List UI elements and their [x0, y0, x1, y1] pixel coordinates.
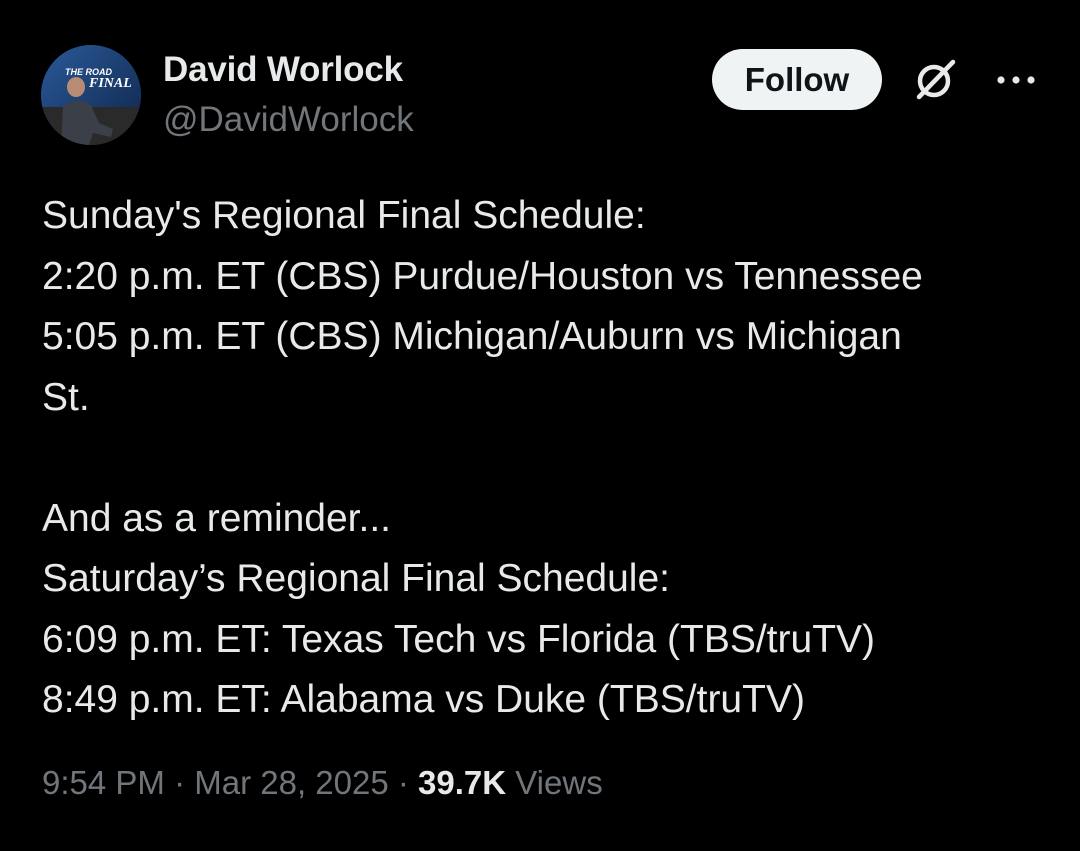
tweet-line: Saturday’s Regional Final Schedule:: [42, 557, 670, 600]
avatar[interactable]: THE ROAD FINAL: [41, 45, 141, 145]
tweet-line: 6:09 p.m. ET: Texas Tech vs Florida (TBS…: [42, 617, 876, 661]
tweet-card: THE ROAD FINAL David Worlock @DavidWorlo…: [0, 0, 1080, 851]
grok-icon[interactable]: [910, 55, 960, 105]
tweet-meta: 9:54 PM · Mar 28, 2025 · 39.7K Views: [42, 764, 603, 802]
author-handle[interactable]: @DavidWorlock: [163, 100, 414, 140]
tweet-line: 5:05 p.m. ET (CBS) Michigan/Auburn vs Mi…: [42, 315, 902, 358]
tweet-time[interactable]: 9:54 PM: [42, 764, 165, 801]
tweet-line: And as a reminder...: [42, 496, 392, 540]
more-icon[interactable]: [994, 65, 1038, 95]
tweet-line: St.: [42, 375, 90, 419]
avatar-text-bottom: FINAL: [88, 76, 132, 91]
author-display-name[interactable]: David Worlock: [163, 50, 403, 90]
follow-button[interactable]: Follow: [712, 49, 882, 110]
avatar-image: THE ROAD FINAL: [41, 45, 141, 145]
tweet-line: 2:20 p.m. ET (CBS) Purdue/Houston vs Ten…: [42, 254, 923, 298]
tweet-text: Sunday's Regional Final Schedule: 2:20 p…: [42, 186, 1042, 731]
tweet-line: Sunday's Regional Final Schedule:: [42, 194, 646, 237]
meta-separator: ·: [388, 764, 419, 801]
meta-separator: ·: [164, 764, 195, 801]
views-count[interactable]: 39.7K: [418, 764, 506, 801]
views-label: Views: [515, 764, 603, 801]
tweet-line: 8:49 p.m. ET: Alabama vs Duke (TBS/truTV…: [42, 678, 805, 721]
tweet-date[interactable]: Mar 28, 2025: [194, 764, 388, 801]
